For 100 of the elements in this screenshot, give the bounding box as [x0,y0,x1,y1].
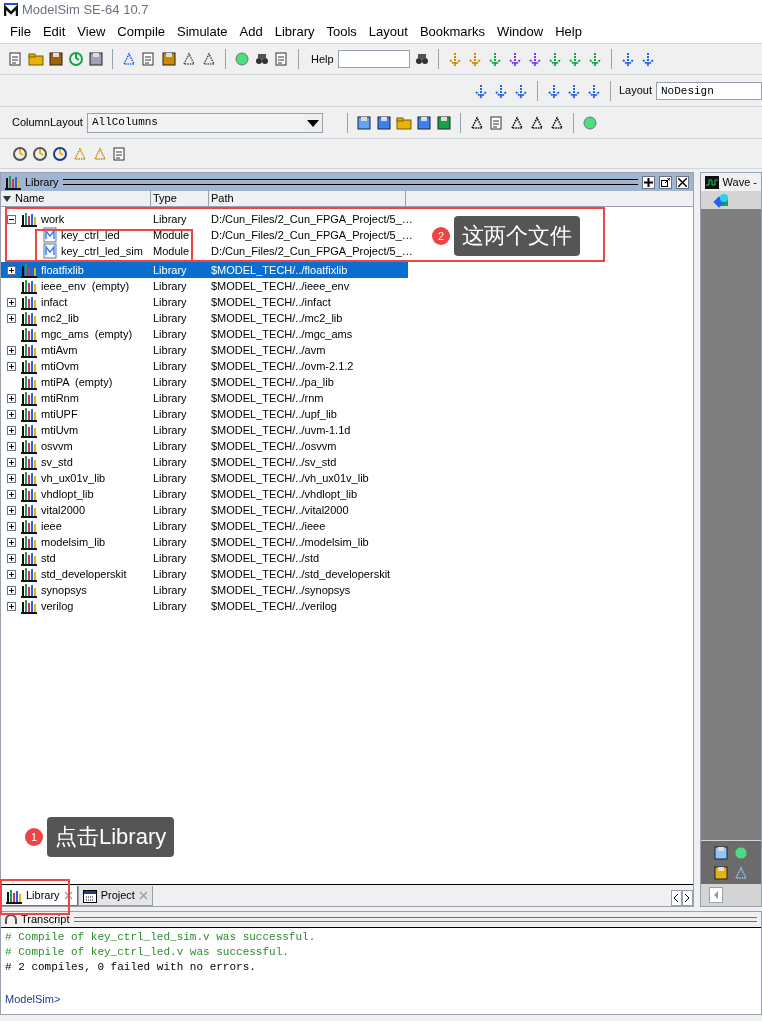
expand-icon[interactable] [7,601,16,611]
tree-row[interactable]: vh_ux01v_lib Library $MODEL_TECH/../vh_ux01v_lib [1,470,408,486]
command-prompt[interactable]: ModelSim> [5,993,61,1005]
library-type: Library [152,343,188,358]
expand-icon[interactable] [7,441,16,451]
expand-icon[interactable] [7,297,16,307]
tree-row[interactable]: modelsim_lib Library $MODEL_TECH/../modelsim_lib [1,534,408,550]
shapes-icon[interactable] [712,192,731,208]
column-header[interactable]: Path [209,190,406,207]
expand-icon[interactable] [7,457,16,467]
arrow-down-icon[interactable] [545,82,562,99]
menu-item[interactable]: Window [490,21,550,42]
step-icon[interactable] [486,51,503,67]
expand-icon[interactable] [7,345,16,355]
arrow-down-icon[interactable] [565,82,582,99]
arrow-down-icon[interactable] [492,82,509,99]
step-icon[interactable] [446,51,463,67]
scroll-right-icon[interactable] [681,890,693,906]
arrow-down-icon[interactable] [512,82,529,99]
tree-row[interactable]: key_ctrl_led Module D:/Cun_Files/2_Cun_FPGA_Project/5_… [1,227,413,243]
expand-icon[interactable] [7,505,16,515]
menu-item[interactable]: Library [268,21,321,42]
expand-icon[interactable] [7,313,16,323]
menu-item[interactable]: File [4,21,37,42]
new-file-icon[interactable] [8,51,24,67]
tree-row[interactable]: vital2000 Library $MODEL_TECH/../vital2000 [1,502,408,518]
expand-icon[interactable] [7,361,16,371]
column-layout-dropdown[interactable]: AllColumns [86,112,323,133]
expand-icon[interactable] [7,521,16,531]
step-icon[interactable] [506,51,523,67]
tree-row[interactable]: osvvm Library $MODEL_TECH/../osvvm [1,438,408,454]
scroll-left-icon[interactable] [670,890,682,906]
arrow-down-icon[interactable] [472,82,489,99]
menu-item[interactable]: View [71,21,112,42]
tree-row[interactable]: vhdlopt_lib Library $MODEL_TECH/../vhdlopt_lib [1,486,408,502]
expand-icon[interactable] [7,393,16,403]
menu-item[interactable]: Tools [320,21,363,42]
tree-row[interactable]: mtiAvm Library $MODEL_TECH/../avm [1,342,408,358]
tree-row[interactable]: mgc_ams (empty) Library $MODEL_TECH/../mgc_ams [1,326,408,342]
expand-icon[interactable] [7,473,16,483]
open-folder-icon[interactable] [28,51,44,67]
library-name: key_ctrl_led_sim [61,244,143,259]
tree-row[interactable]: mtiUPF Library $MODEL_TECH/../upf_lib [1,406,408,422]
expand-icon[interactable] [7,553,16,563]
expand-icon[interactable] [7,409,16,419]
collapse-icon[interactable] [7,214,16,224]
tree-row[interactable]: mtiPA (empty) Library $MODEL_TECH/../pa_lib [1,374,408,390]
step-icon[interactable] [466,51,483,67]
tree-row[interactable]: sv_std Library $MODEL_TECH/../sv_std [1,454,408,470]
menu-item[interactable]: Compile [111,21,171,42]
close-icon[interactable] [675,175,689,189]
tree-row[interactable]: mtiRnm Library $MODEL_TECH/../rnm [1,390,408,406]
expand-icon[interactable] [7,585,16,595]
menu-item[interactable]: Layout [362,21,414,42]
column-header[interactable]: Type [151,190,209,207]
transcript-line: # 2 compiles, 0 failed with no errors. [5,960,257,975]
step-icon[interactable] [619,51,636,67]
tree-row[interactable]: mtiOvm Library $MODEL_TECH/../ovm-2.1.2 [1,358,408,374]
panel-tab[interactable]: Project [77,886,153,906]
step-icon[interactable] [546,51,563,67]
menu-item[interactable]: Bookmarks [413,21,491,42]
panel-tab[interactable]: Library [1,886,78,906]
tree-row[interactable]: verilog Library $MODEL_TECH/../verilog [1,598,408,614]
expand-icon[interactable] [7,425,16,435]
menu-item[interactable]: Edit [36,21,72,42]
tree-row[interactable]: ieee_env (empty) Library $MODEL_TECH/../ieee_env [1,278,408,294]
tree-row[interactable]: std_developerskit Library $MODEL_TECH/../std_developerskit [1,566,408,582]
column-header[interactable]: Name [13,190,151,207]
expand-icon[interactable] [7,265,16,275]
menu-item[interactable]: Help [549,21,588,42]
step-icon[interactable] [586,51,603,67]
tree-row[interactable]: mtiUvm Library $MODEL_TECH/../uvm-1.1d [1,422,408,438]
library-name: ieee_env (empty) [41,279,130,294]
sort-icon[interactable] [1,194,13,203]
step-icon[interactable] [566,51,583,67]
library-name: mc2_lib [41,311,79,326]
tree-row[interactable]: std Library $MODEL_TECH/../std [1,550,408,566]
panel-title: Library [25,174,59,190]
layout-field[interactable]: NoDesign [656,81,762,100]
expand-icon[interactable] [7,569,16,579]
expand-icon[interactable] [7,489,16,499]
arrow-down-icon[interactable] [585,82,602,99]
menu-item[interactable]: Add [233,21,269,42]
library-icon [21,294,37,310]
tree-row[interactable]: floatfixlib Library $MODEL_TECH/../floatfixlib [1,262,408,278]
tree-row[interactable]: mc2_lib Library $MODEL_TECH/../mc2_lib [1,310,408,326]
expand-icon[interactable] [7,537,16,547]
step-icon[interactable] [639,51,656,67]
tree-row[interactable]: infact Library $MODEL_TECH/../infact [1,294,408,310]
library-type: Library [152,391,188,406]
binoculars-icon[interactable] [254,51,270,67]
tree-row[interactable]: synopsys Library $MODEL_TECH/../synopsys [1,582,408,598]
step-icon[interactable] [526,51,543,67]
save-icon[interactable] [48,51,64,67]
menu-item[interactable]: Simulate [171,21,234,42]
help-field[interactable] [337,50,410,68]
highlight-frame [0,879,70,915]
tree-row[interactable]: ieee Library $MODEL_TECH/../ieee [1,518,408,534]
tree-row[interactable]: work Library D:/Cun_Files/2_Cun_FPGA_Project/5_… [1,211,413,227]
undock-icon[interactable] [658,175,672,189]
